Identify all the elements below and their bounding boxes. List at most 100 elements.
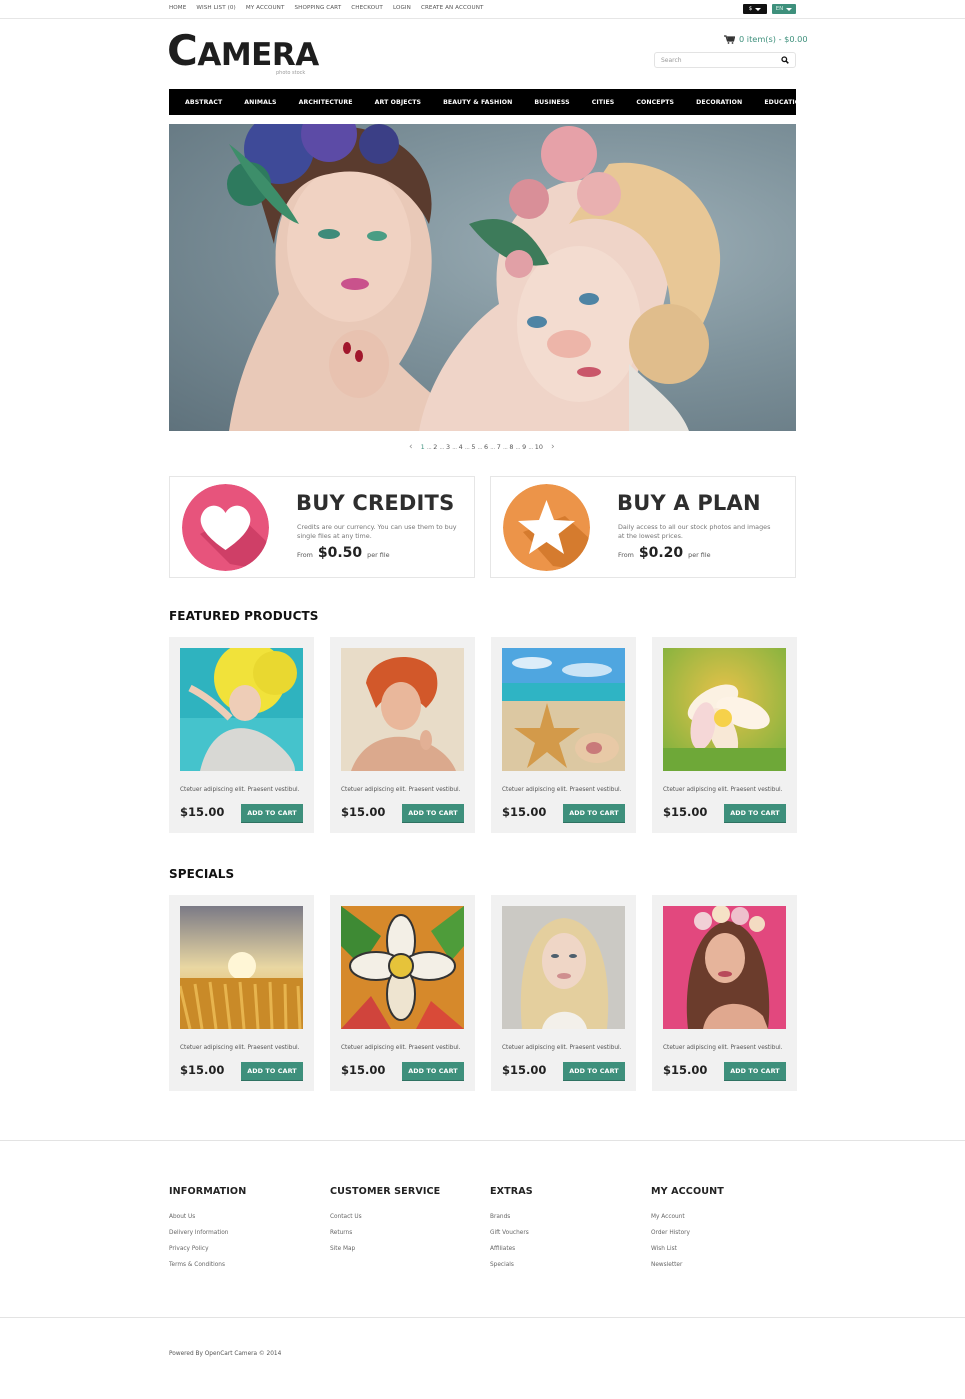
footer-link-terms-conditions[interactable]: Terms & Conditions [169, 1262, 246, 1278]
page-separator: ... [426, 443, 432, 451]
footer-link-privacy-policy[interactable]: Privacy Policy [169, 1246, 246, 1262]
add-to-cart-button[interactable]: ADD TO CART [563, 804, 625, 822]
top-link-checkout[interactable]: CHECKOUT [351, 5, 383, 11]
product-card: Ctetuer adipiscing elit. Praesent vestib… [330, 637, 475, 833]
slider-page-1[interactable]: 1 [421, 443, 425, 451]
slider-page-6[interactable]: 6 [484, 443, 488, 451]
nav-item-cities[interactable]: CITIES [592, 99, 615, 106]
footer-link-delivery-information[interactable]: Delivery Information [169, 1230, 246, 1246]
chevron-left-icon[interactable]: ‹ [409, 442, 413, 452]
nav-item-beauty-fashion[interactable]: BEAUTY & FASHION [443, 99, 512, 106]
top-link-shopping-cart[interactable]: SHOPPING CART [295, 5, 342, 11]
nav-item-decoration[interactable]: DECORATION [696, 99, 742, 106]
currency-select[interactable]: $ [743, 4, 767, 14]
footer-link-specials[interactable]: Specials [490, 1262, 533, 1278]
product-card: Ctetuer adipiscing elit. Praesent vestib… [491, 895, 636, 1091]
footer-link-contact-us[interactable]: Contact Us [330, 1214, 440, 1230]
product-card: Ctetuer adipiscing elit. Praesent vestib… [169, 637, 314, 833]
hero-slide-image[interactable] [169, 124, 796, 431]
logo-rest: AMERA [197, 37, 319, 73]
add-to-cart-button[interactable]: ADD TO CART [724, 1062, 786, 1080]
product-image-red-hair-woman[interactable] [341, 648, 464, 771]
product-price: $15.00 [341, 1063, 386, 1077]
add-to-cart-button[interactable]: ADD TO CART [402, 804, 464, 822]
nav-item-education[interactable]: EDUCATION [764, 99, 805, 106]
slider-page-4[interactable]: 4 [459, 443, 463, 451]
slider-page-2[interactable]: 2 [433, 443, 437, 451]
add-to-cart-button[interactable]: ADD TO CART [724, 804, 786, 822]
top-link-wishlist[interactable]: WISH LIST (0) [196, 5, 235, 11]
footer-link-order-history[interactable]: Order History [651, 1230, 724, 1246]
search-input[interactable] [661, 55, 771, 66]
product-price: $15.00 [502, 1063, 547, 1077]
nav-item-architecture[interactable]: ARCHITECTURE [299, 99, 353, 106]
add-to-cart-button[interactable]: ADD TO CART [241, 804, 303, 822]
footer-link-my-account[interactable]: My Account [651, 1214, 724, 1230]
slider-page-5[interactable]: 5 [471, 443, 475, 451]
language-select[interactable]: EN [772, 4, 796, 14]
language-value: EN [775, 6, 784, 12]
product-image-flower-crown-woman[interactable] [663, 906, 786, 1029]
promo-buy-credits[interactable]: BUY CREDITS Credits are our currency. Yo… [169, 476, 475, 578]
chevron-right-icon[interactable]: › [551, 442, 555, 452]
product-description: Ctetuer adipiscing elit. Praesent vestib… [663, 787, 783, 793]
promo-per-label: per file [367, 551, 390, 559]
product-description: Ctetuer adipiscing elit. Praesent vestib… [341, 1045, 461, 1051]
add-to-cart-button[interactable]: ADD TO CART [402, 1062, 464, 1080]
logo-first-letter: C [167, 26, 198, 75]
top-link-home[interactable]: HOME [169, 5, 186, 11]
footer-divider [0, 1140, 965, 1141]
product-image-yellow-hair-woman[interactable] [180, 648, 303, 771]
top-link-my-account[interactable]: MY ACCOUNT [246, 5, 285, 11]
product-card: Ctetuer adipiscing elit. Praesent vestib… [169, 895, 314, 1091]
footer-link-newsletter[interactable]: Newsletter [651, 1262, 724, 1278]
footer-link-brands[interactable]: Brands [490, 1214, 533, 1230]
footer-link-gift-vouchers[interactable]: Gift Vouchers [490, 1230, 533, 1246]
featured-products-heading: FEATURED PRODUCTS [169, 609, 319, 623]
promo-price-row: From $0.50 per file [297, 545, 390, 561]
footer-link-affiliates[interactable]: Affiliates [490, 1246, 533, 1262]
product-image-blonde-woman[interactable] [502, 906, 625, 1029]
product-image-starfish-beach[interactable] [502, 648, 625, 771]
footer-column-extras: EXTRAS Brands Gift Vouchers Affiliates S… [490, 1186, 533, 1278]
search-icon[interactable] [781, 56, 789, 64]
footer-link-about-us[interactable]: About Us [169, 1214, 246, 1230]
add-to-cart-button[interactable]: ADD TO CART [241, 1062, 303, 1080]
caret-down-icon [786, 7, 793, 11]
page-separator: ... [490, 443, 495, 451]
nav-item-abstract[interactable]: ABSTRACT [185, 99, 222, 106]
slider-page-9[interactable]: 9 [522, 443, 526, 451]
top-link-create-account[interactable]: CREATE AN ACCOUNT [421, 5, 484, 11]
logo[interactable]: CAMERA [167, 30, 319, 72]
slider-page-7[interactable]: 7 [497, 443, 501, 451]
promo-price-row: From $0.20 per file [618, 545, 711, 561]
search-box [654, 52, 796, 68]
nav-item-business[interactable]: BUSINESS [534, 99, 569, 106]
footer-heading: CUSTOMER SERVICE [330, 1186, 441, 1197]
footer-link-wish-list[interactable]: Wish List [651, 1246, 724, 1262]
product-image-stained-glass-flower[interactable] [341, 906, 464, 1029]
product-price: $15.00 [180, 1063, 225, 1077]
caret-down-icon [755, 7, 762, 11]
nav-item-art-objects[interactable]: ART OBJECTS [375, 99, 421, 106]
product-image-wheat-sunset[interactable] [180, 906, 303, 1029]
top-link-login[interactable]: LOGIN [393, 5, 411, 11]
nav-item-animals[interactable]: ANIMALS [244, 99, 276, 106]
promo-buy-plan[interactable]: BUY A PLAN Daily access to all our stock… [490, 476, 796, 578]
top-bar: HOME WISH LIST (0) MY ACCOUNT SHOPPING C… [0, 0, 965, 19]
footer-link-returns[interactable]: Returns [330, 1230, 440, 1246]
nav-item-concepts[interactable]: CONCEPTS [636, 99, 674, 106]
promo-description: Daily access to all our stock photos and… [618, 523, 771, 540]
slider-page-10[interactable]: 10 [535, 443, 543, 451]
promo-from-label: From [297, 551, 313, 559]
product-card: Ctetuer adipiscing elit. Praesent vestib… [491, 637, 636, 833]
product-description: Ctetuer adipiscing elit. Praesent vestib… [180, 787, 300, 793]
slider-page-8[interactable]: 8 [509, 443, 513, 451]
slider-page-3[interactable]: 3 [446, 443, 450, 451]
add-to-cart-button[interactable]: ADD TO CART [563, 1062, 625, 1080]
cart-summary[interactable]: 0 item(s) - $0.00 [724, 34, 808, 44]
product-image-plumeria-flower[interactable] [663, 648, 786, 771]
footer-link-site-map[interactable]: Site Map [330, 1246, 440, 1262]
page-separator: ... [528, 443, 533, 451]
promo-per-label: per file [688, 551, 711, 559]
